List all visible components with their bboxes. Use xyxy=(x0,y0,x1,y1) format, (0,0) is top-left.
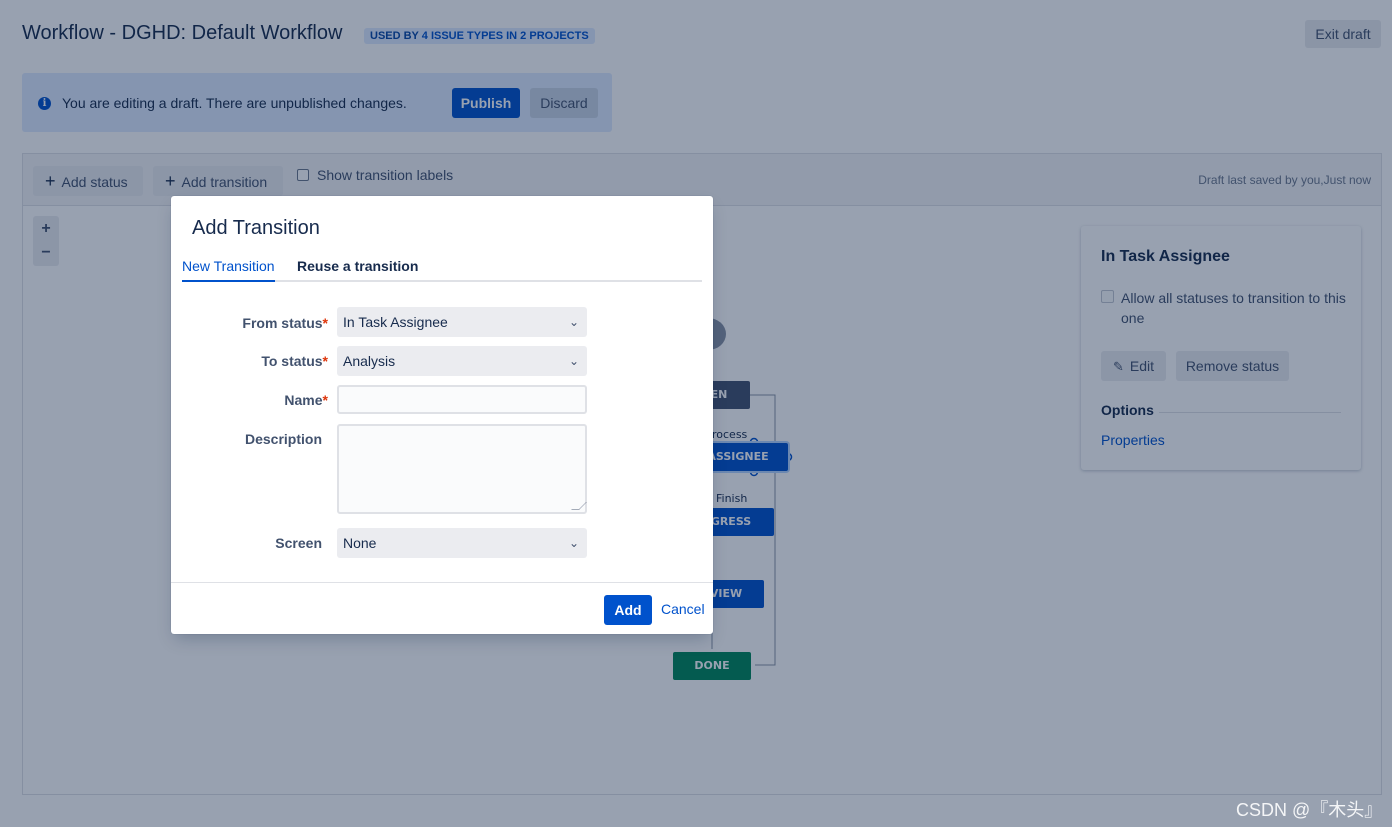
dialog-title: Add Transition xyxy=(192,217,320,239)
screen-value: None xyxy=(343,535,377,551)
from-status-select[interactable]: In Task Assignee ⌄ xyxy=(337,307,587,337)
description-textarea[interactable] xyxy=(337,424,587,514)
chevron-down-icon: ⌄ xyxy=(568,354,579,368)
to-status-label-text: To status xyxy=(261,353,323,369)
name-label: Name* xyxy=(284,392,328,408)
screen-select[interactable]: None ⌄ xyxy=(337,528,587,558)
add-button[interactable]: Add xyxy=(604,595,652,625)
name-input[interactable] xyxy=(337,385,587,414)
required-marker: * xyxy=(322,315,328,331)
dialog-footer: Add Cancel xyxy=(171,582,713,634)
required-marker: * xyxy=(322,353,328,369)
screen-label: Screen xyxy=(275,535,322,551)
chevron-down-icon: ⌄ xyxy=(568,536,579,550)
required-marker: * xyxy=(322,392,328,408)
add-transition-dialog: Add Transition New Transition Reuse a tr… xyxy=(171,196,713,634)
dialog-tabs: New Transition Reuse a transition xyxy=(182,258,702,282)
name-label-text: Name xyxy=(284,392,323,408)
to-status-select[interactable]: Analysis ⌄ xyxy=(337,346,587,376)
tab-reuse-transition[interactable]: Reuse a transition xyxy=(297,258,418,282)
from-status-value: In Task Assignee xyxy=(343,314,448,330)
from-status-label: From status* xyxy=(242,315,328,331)
resize-handle[interactable] xyxy=(571,502,587,510)
tab-new-transition[interactable]: New Transition xyxy=(182,258,275,282)
chevron-down-icon: ⌄ xyxy=(568,315,579,329)
watermark: CSDN @『木头』 xyxy=(1236,800,1383,820)
cancel-link[interactable]: Cancel xyxy=(661,601,705,617)
to-status-value: Analysis xyxy=(343,353,396,369)
from-status-label-text: From status xyxy=(242,315,323,331)
description-label: Description xyxy=(244,431,322,447)
to-status-label: To status* xyxy=(261,353,328,369)
